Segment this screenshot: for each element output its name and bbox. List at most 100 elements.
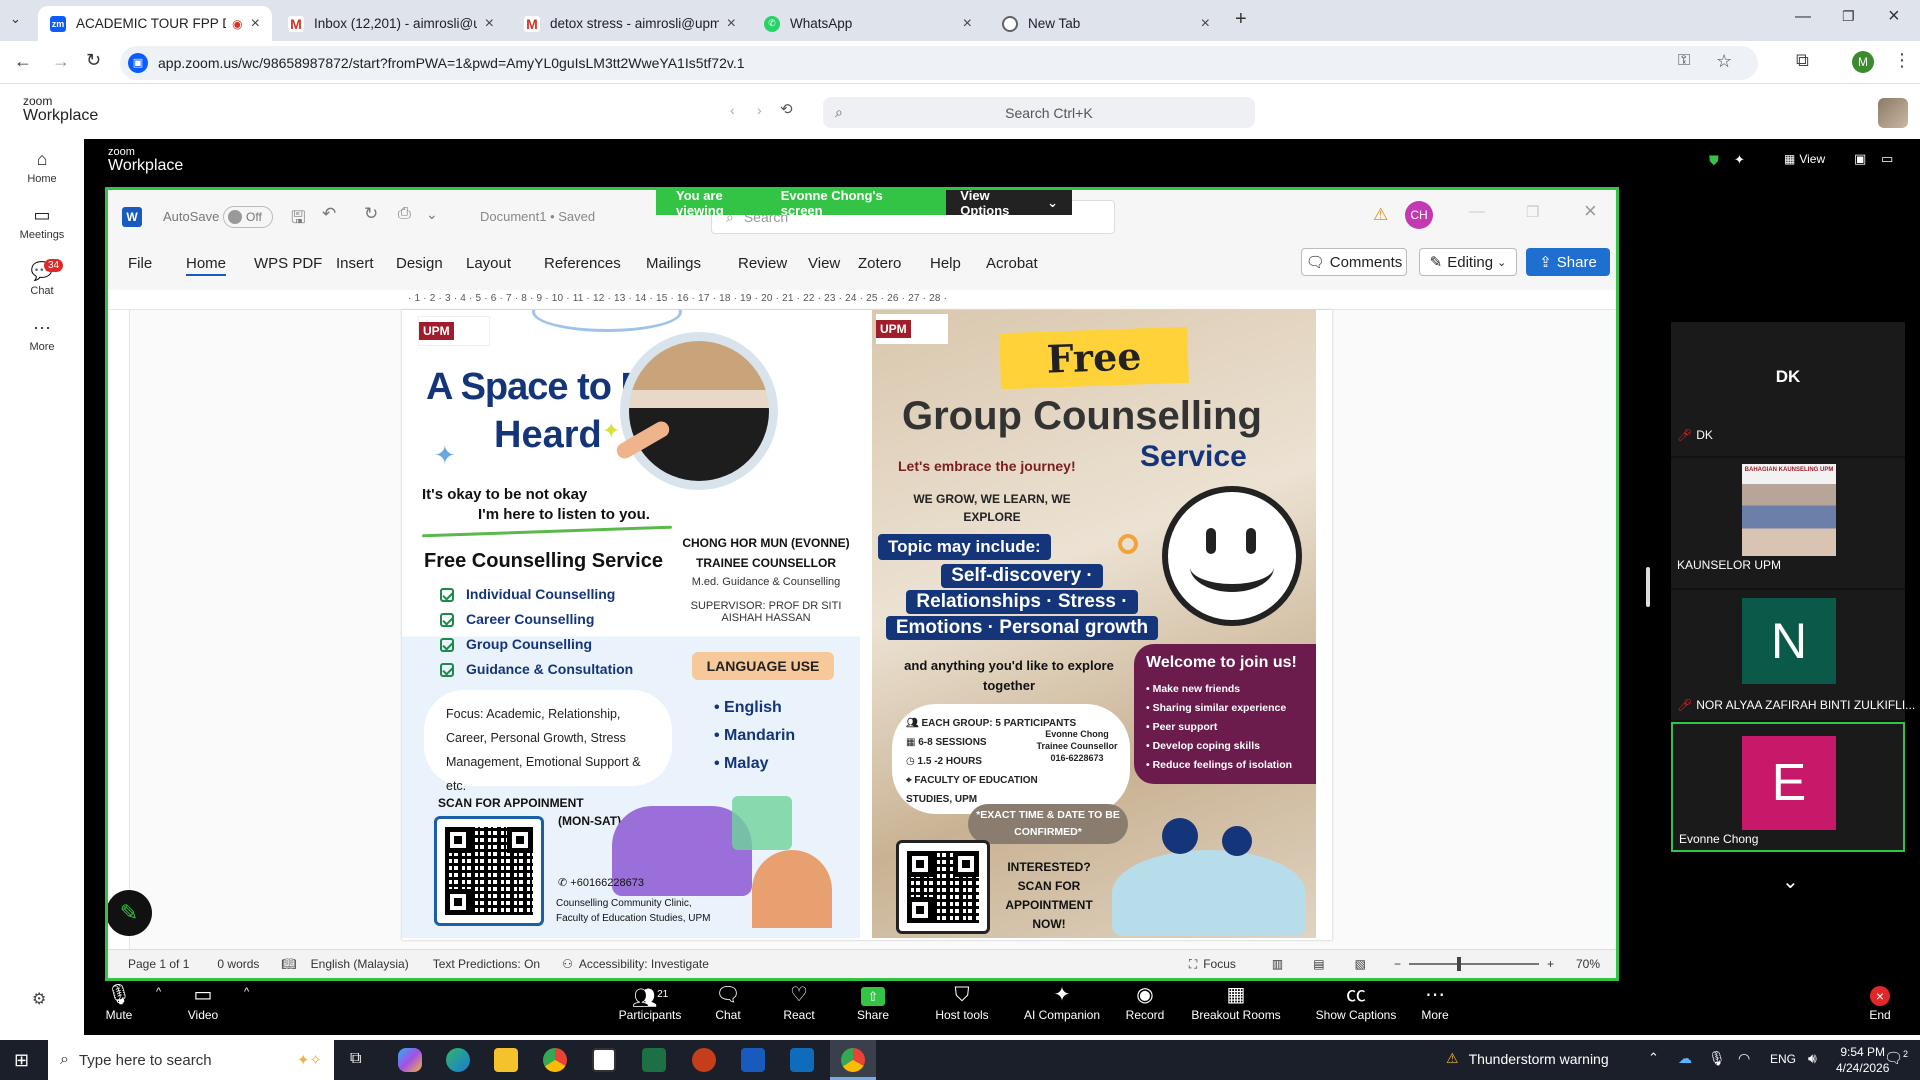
quick-print-icon[interactable]: ⎙ — [398, 205, 411, 223]
ribbon-tab-insert[interactable]: Insert — [336, 255, 374, 272]
customize-toolbar-icon[interactable]: ⌄ — [426, 206, 438, 223]
warning-icon[interactable]: ⚠ — [1373, 205, 1388, 225]
web-layout-icon[interactable]: ▧ — [1355, 957, 1366, 971]
restore-icon[interactable]: ❐ — [1842, 8, 1855, 25]
hidden-icons-chevron-icon[interactable]: ⌃ — [1648, 1050, 1659, 1066]
extensions-icon[interactable]: ⧉ — [1796, 50, 1809, 71]
sparkle-icon[interactable]: ✦ — [1734, 152, 1745, 168]
weather-widget[interactable]: ⚠ Thunderstorm warning — [1446, 1050, 1609, 1067]
undo-icon[interactable]: ↶ — [322, 204, 336, 224]
chrome-zoom-task[interactable] — [830, 1040, 876, 1080]
participant-tile-evonne[interactable]: E Evonne Chong — [1671, 722, 1905, 852]
copilot-icon[interactable] — [398, 1048, 422, 1072]
word-user-avatar[interactable]: CH — [1405, 201, 1433, 229]
password-key-icon[interactable]: ⚿ — [1678, 52, 1690, 70]
share-button[interactable]: ⇧ Share — [850, 982, 896, 1022]
ribbon-tab-references[interactable]: References — [544, 255, 621, 272]
participant-tile-nor[interactable]: N 🎤︎ NOR ALYAA ZAFIRAH BINTI ZULKIFLI... — [1671, 590, 1915, 720]
taskbar-search-input[interactable]: ⌕ Type here to search ✦✧ — [48, 1040, 334, 1080]
accessibility-status[interactable]: Accessibility: Investigate — [579, 957, 709, 971]
zoom-in-icon[interactable]: + — [1547, 957, 1554, 971]
print-layout-icon[interactable]: ▤ — [1313, 957, 1324, 971]
forward-icon[interactable]: → — [52, 51, 70, 72]
fullscreen-icon[interactable]: ▭ — [1881, 151, 1893, 167]
close-icon[interactable]: × — [1201, 15, 1210, 33]
ribbon-tab-help[interactable]: Help — [930, 255, 961, 272]
minimize-icon[interactable]: — — [1795, 8, 1811, 26]
react-button[interactable]: ♡ React — [774, 982, 824, 1022]
close-icon[interactable]: × — [963, 15, 972, 33]
excel-icon[interactable] — [642, 1048, 666, 1072]
tab-search-icon[interactable]: ⌄ — [10, 11, 21, 27]
document-title[interactable]: Document1 • Saved — [480, 209, 595, 224]
file-explorer-icon[interactable] — [494, 1048, 518, 1072]
word-close-icon[interactable]: × — [1584, 198, 1597, 224]
volume-icon[interactable]: 🔊︎ — [1808, 1050, 1817, 1067]
ribbon-tab-review[interactable]: Review — [738, 255, 787, 272]
mute-button[interactable]: 🎙︎ Mute — [94, 982, 144, 1022]
record-button[interactable]: ◉ Record — [1120, 982, 1170, 1022]
zoom-out-icon[interactable]: − — [1394, 957, 1401, 971]
user-avatar[interactable] — [1878, 98, 1908, 128]
ribbon-tab-mailings[interactable]: Mailings — [646, 255, 701, 272]
annotate-pencil-icon[interactable]: ✎ — [108, 890, 152, 936]
security-shield-icon[interactable]: ⛊ — [1709, 153, 1719, 169]
autosave-toggle[interactable]: Off — [223, 206, 273, 228]
site-info-icon[interactable]: ▣ — [128, 53, 148, 73]
comments-button[interactable]: 🗨︎ Comments — [1301, 248, 1407, 276]
reload-icon[interactable]: ↻ — [86, 50, 101, 71]
view-button[interactable]: ▦ View — [1784, 152, 1825, 166]
editing-button[interactable]: ✎ Editing ⌄ — [1419, 248, 1517, 276]
zoom-level[interactable]: 70% — [1576, 957, 1600, 971]
participants-button[interactable]: 👥︎21 Participants — [614, 982, 686, 1022]
video-button[interactable]: ▭ Video — [178, 982, 228, 1022]
ribbon-tab-layout[interactable]: Layout — [466, 255, 511, 272]
ribbon-tab-file[interactable]: File — [128, 255, 152, 272]
edge-icon[interactable] — [446, 1048, 470, 1072]
close-icon[interactable]: × — [251, 15, 260, 33]
bookmark-star-icon[interactable]: ☆ — [1716, 51, 1732, 72]
more-button[interactable]: ⋯ More — [1410, 982, 1460, 1022]
close-icon[interactable]: × — [485, 15, 494, 33]
save-icon[interactable]: 🖫 — [291, 205, 305, 234]
nav-chat[interactable]: 💬 Chat 34 — [0, 259, 84, 297]
scroll-down-chevron-icon[interactable]: ⌄ — [1782, 869, 1799, 894]
word-icon[interactable] — [741, 1048, 765, 1072]
history-forward-icon[interactable]: › — [757, 102, 762, 118]
back-icon[interactable]: ← — [14, 51, 32, 72]
settings-gear-icon[interactable]: ⚙ — [32, 989, 46, 1009]
ribbon-tab-wps-pdf[interactable]: WPS PDF — [254, 255, 322, 272]
chat-button[interactable]: 🗨︎ Chat — [708, 982, 748, 1022]
browser-tab-3[interactable]: M detox stress - aimrosli@upm.ed × — [512, 6, 748, 41]
zoom-search-input[interactable]: ⌕ Search Ctrl+K — [823, 97, 1255, 128]
qr-code[interactable] — [896, 840, 990, 934]
browser-menu-icon[interactable]: ⋮ — [1893, 50, 1911, 71]
onedrive-cloud-icon[interactable]: ☁ — [1678, 1050, 1692, 1067]
input-language[interactable]: ENG — [1770, 1052, 1796, 1066]
history-back-icon[interactable]: ‹ — [730, 102, 735, 118]
store-icon[interactable] — [592, 1048, 616, 1072]
breakout-rooms-button[interactable]: ▦ Breakout Rooms — [1184, 982, 1288, 1022]
qr-code[interactable] — [434, 816, 544, 926]
browser-tab-4[interactable]: ✆ WhatsApp × — [752, 6, 984, 41]
browser-tab-5[interactable]: New Tab × — [990, 6, 1222, 41]
history-icon[interactable]: ⟲ — [780, 100, 793, 118]
read-mode-icon[interactable]: ▥ — [1272, 957, 1283, 971]
ai-companion-button[interactable]: ✦ AI Companion — [1022, 982, 1102, 1022]
video-options-chevron-icon[interactable]: ^ — [244, 986, 249, 998]
url-field[interactable]: ▣ app.zoom.us/wc/98658987872/start?fromP… — [120, 46, 1758, 80]
nav-more[interactable]: ··· More — [0, 317, 84, 353]
nav-home[interactable]: ⌂ Home — [0, 149, 84, 185]
predictions-status[interactable]: Text Predictions: On — [433, 957, 540, 971]
window-tile-icon[interactable]: ▣ — [1854, 151, 1866, 167]
nav-meetings[interactable]: ▭ Meetings — [0, 205, 84, 241]
focus-mode[interactable]: Focus — [1203, 957, 1236, 971]
browser-tab-1[interactable]: zm ACADEMIC TOUR FPP DETC ◉ × — [38, 6, 272, 41]
outlook-icon[interactable] — [790, 1048, 814, 1072]
ribbon-tab-home[interactable]: Home — [186, 255, 227, 276]
ribbon-tab-zotero[interactable]: Zotero — [858, 255, 901, 272]
audio-options-chevron-icon[interactable]: ^ — [156, 986, 161, 998]
new-tab-button[interactable]: + — [1235, 8, 1247, 31]
windows-start-icon[interactable]: ⊞ — [14, 1050, 29, 1071]
resize-handle[interactable] — [1646, 567, 1650, 607]
